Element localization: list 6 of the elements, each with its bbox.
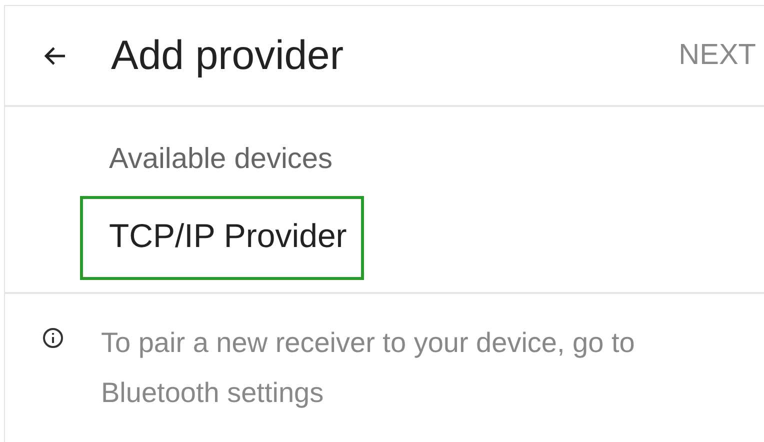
info-icon	[42, 327, 64, 349]
device-item[interactable]: TCP/IP Provider	[80, 196, 364, 280]
info-text: To pair a new receiver to your device, go to Bluetooth settings	[101, 326, 636, 410]
section-heading: Available devices	[108, 143, 334, 176]
back-arrow-icon[interactable]	[44, 46, 66, 66]
page-title: Add provider	[111, 32, 344, 79]
